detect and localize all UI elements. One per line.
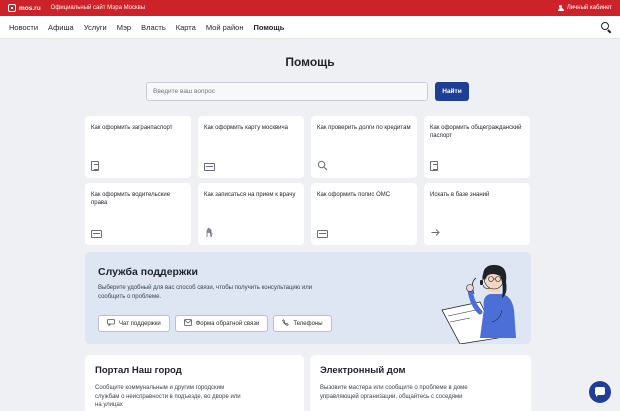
topic-card-label: Как оформить загранпаспорт [91, 125, 173, 131]
mail-icon [183, 319, 192, 328]
topic-card[interactable]: Как проверить долги по кредитам [311, 116, 417, 178]
support-buttons: Чат поддержки Форма обратной связи Телеф… [98, 315, 332, 332]
nav-item-services[interactable]: Услуги [84, 23, 107, 32]
electronic-house-card[interactable]: Электронный дом Вызовите мастера или соо… [310, 355, 531, 411]
official-site-label: Официальный сайт Мэра Москвы [50, 5, 146, 11]
search-icon[interactable] [601, 22, 611, 32]
feedback-form-label: Форма обратной связи [195, 320, 260, 327]
topic-card-label: Как записаться на прием к врачу [204, 192, 296, 198]
search-input[interactable] [146, 82, 428, 101]
edom-description: Вызовите мастера или сообщите о проблеме… [320, 385, 468, 400]
card-icon [204, 163, 215, 171]
site-logo[interactable]: mos.ru [8, 4, 41, 12]
portal-title: Портал Наш город [95, 365, 182, 376]
policy-icon [317, 230, 328, 238]
chat-widget-button[interactable] [589, 381, 611, 403]
user-icon [557, 4, 564, 12]
top-bar: mos.ru Официальный сайт Мэра Москвы Личн… [0, 0, 620, 16]
topic-card[interactable]: Как оформить полис ОМС [311, 183, 417, 245]
support-section: Служба поддержки Выберите удобный для ва… [85, 252, 531, 344]
search-button[interactable]: Найти [435, 82, 469, 101]
chat-support-label: Чат поддержки [119, 320, 161, 327]
nav-item-my-district[interactable]: Мой район [206, 23, 244, 32]
arrow-right-icon [430, 227, 441, 238]
topic-card-label: Как проверить долги по кредитам [317, 125, 411, 131]
chat-bubble-icon [107, 319, 115, 328]
license-icon [91, 230, 102, 238]
phones-label: Телефоны [293, 320, 323, 327]
nav-item-afisha[interactable]: Афиша [48, 23, 74, 32]
help-topics-grid: Как оформить загранпаспорт Как оформить … [85, 116, 531, 245]
mos-logo-icon [8, 4, 16, 12]
page-title: Помощь [285, 55, 335, 69]
support-title: Служба поддержки [98, 266, 198, 278]
topic-card[interactable]: Как оформить карту москвича [198, 116, 304, 178]
passport-icon [430, 161, 438, 171]
magnifier-icon [317, 160, 328, 171]
main-nav: Новости Афиша Услуги Мэр Власть Карта Мо… [0, 16, 620, 39]
nav-item-mayor[interactable]: Мэр [117, 23, 131, 32]
nav-item-map[interactable]: Карта [176, 23, 196, 32]
portal-description: Сообщите коммунальным и другим городским… [95, 385, 241, 408]
topic-card[interactable]: Как записаться на прием к врачу [198, 183, 304, 245]
nav-item-help[interactable]: Помощь [253, 23, 284, 32]
help-search: Найти [146, 82, 469, 101]
nav-item-government[interactable]: Власть [141, 23, 166, 32]
hand-icon [204, 227, 215, 238]
edom-title: Электронный дом [320, 365, 406, 376]
topic-card-label: Как оформить полис ОМС [317, 192, 391, 198]
nav-item-news[interactable]: Новости [9, 23, 38, 32]
topic-card[interactable]: Как оформить общегражданский паспорт [424, 116, 530, 178]
personal-cabinet-label: Личный кабинет [566, 5, 612, 11]
chat-support-button[interactable]: Чат поддержки [98, 315, 170, 332]
topic-card-label: Как оформить водительские права [91, 192, 171, 206]
feedback-form-button[interactable]: Форма обратной связи [174, 315, 269, 332]
topic-card[interactable]: Как оформить водительские права [85, 183, 191, 245]
topic-card[interactable]: Искать в базе знаний [424, 183, 530, 245]
passport-icon [91, 161, 99, 171]
personal-cabinet-link[interactable]: Личный кабинет [557, 4, 612, 12]
phone-icon [282, 319, 290, 328]
logo-text: mos.ru [19, 4, 41, 12]
topic-card[interactable]: Как оформить загранпаспорт [85, 116, 191, 178]
portal-nash-gorod-card[interactable]: Портал Наш город Сообщите коммунальным и… [85, 355, 304, 411]
support-operator-illustration [441, 264, 516, 344]
topic-card-label: Искать в базе знаний [430, 192, 490, 198]
topic-card-label: Как оформить общегражданский паспорт [430, 125, 522, 139]
phones-button[interactable]: Телефоны [273, 315, 332, 332]
support-description: Выберите удобный для вас способ связи, ч… [98, 285, 313, 300]
topic-card-label: Как оформить карту москвича [204, 125, 288, 131]
